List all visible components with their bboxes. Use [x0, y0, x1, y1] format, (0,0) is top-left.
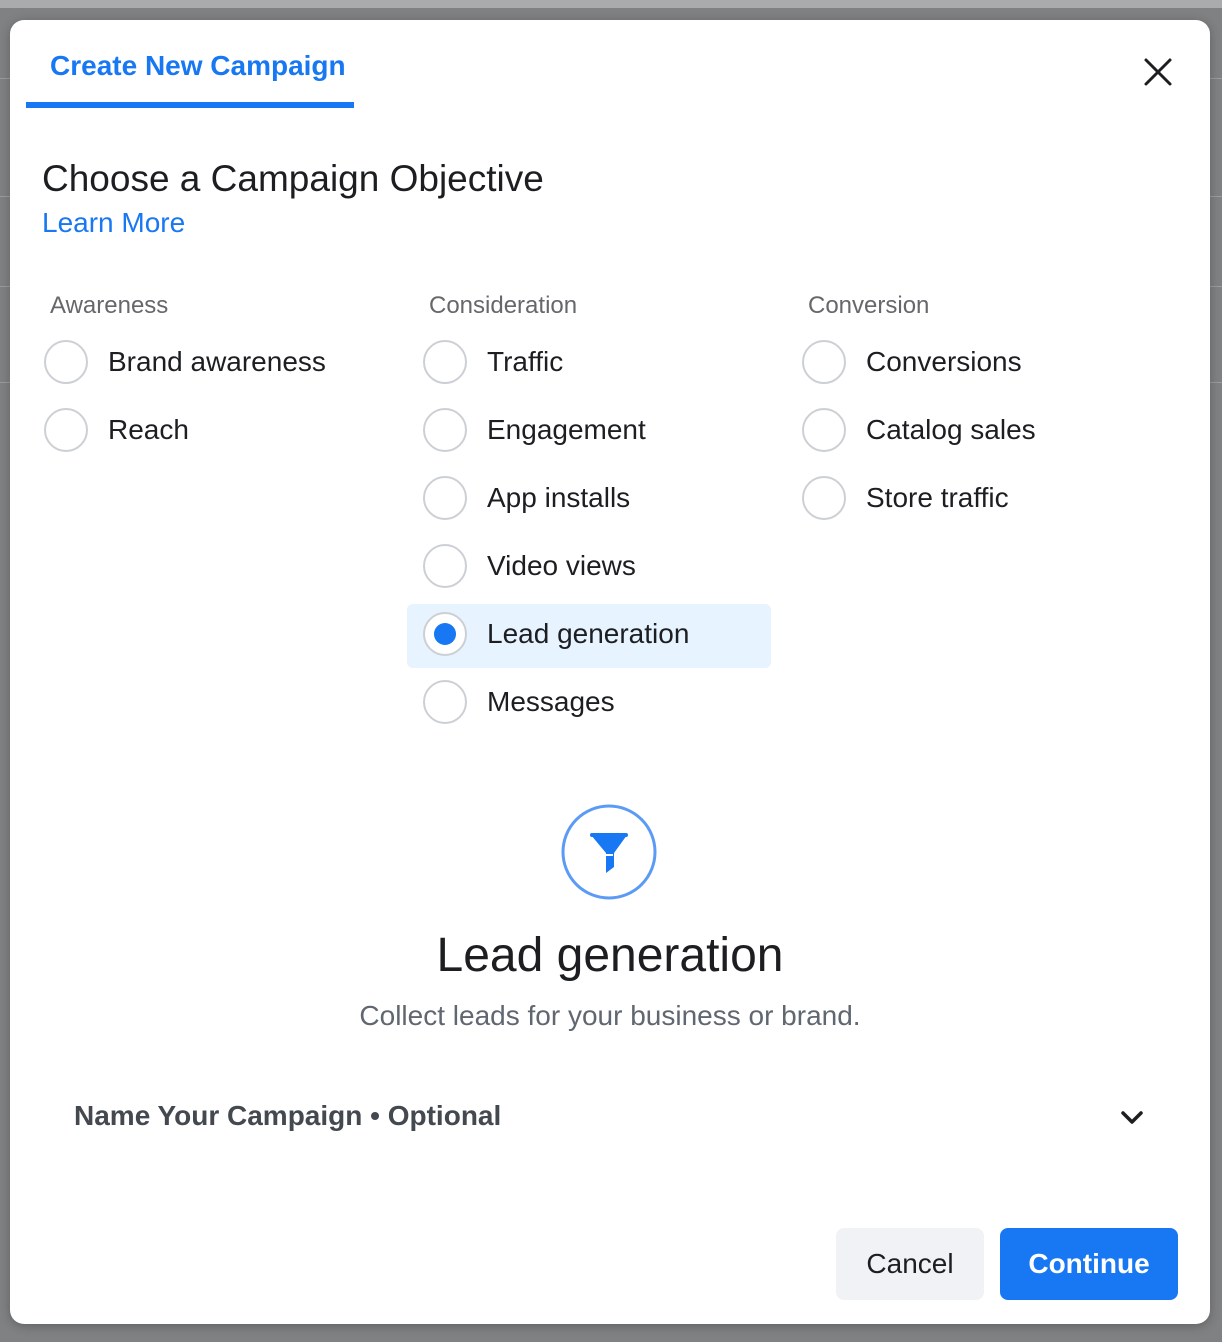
- objective-option-video-views[interactable]: Video views: [407, 536, 771, 600]
- name-campaign-label: Name Your Campaign • Optional: [74, 1100, 502, 1131]
- radio-button[interactable]: [423, 340, 467, 384]
- name-campaign-toggle[interactable]: Name Your Campaign • Optional: [74, 1090, 1146, 1146]
- radio-button[interactable]: [802, 408, 846, 452]
- learn-more-link[interactable]: Learn More: [42, 207, 185, 239]
- continue-button[interactable]: Continue: [1000, 1228, 1178, 1300]
- radio-button[interactable]: [44, 408, 88, 452]
- radio-button[interactable]: [423, 476, 467, 520]
- objective-option-messages[interactable]: Messages: [407, 672, 771, 736]
- tab-create-new-campaign[interactable]: Create New Campaign: [26, 20, 354, 108]
- radio-button[interactable]: [423, 408, 467, 452]
- objective-detail-title: Lead generation: [436, 929, 784, 982]
- radio-button[interactable]: [802, 476, 846, 520]
- option-label: Catalog sales: [866, 414, 1036, 445]
- radio-button-selected[interactable]: [423, 612, 467, 656]
- option-label: Traffic: [487, 346, 564, 377]
- objective-option-conversions[interactable]: Conversions: [786, 332, 1150, 396]
- page-title: Choose a Campaign Objective: [42, 158, 544, 199]
- background-header: [0, 0, 1222, 8]
- close-icon: [1144, 58, 1172, 86]
- objective-option-engagement[interactable]: Engagement: [407, 400, 771, 464]
- chevron-down-icon: [1121, 1111, 1143, 1124]
- objective-option-store-traffic[interactable]: Store traffic: [786, 468, 1150, 532]
- option-label: Reach: [108, 414, 189, 445]
- objective-option-reach[interactable]: Reach: [28, 400, 392, 464]
- close-button[interactable]: [1140, 54, 1176, 90]
- cancel-button[interactable]: Cancel: [836, 1228, 984, 1300]
- objective-option-catalog-sales[interactable]: Catalog sales: [786, 400, 1150, 464]
- option-label: Engagement: [487, 414, 646, 445]
- funnel-icon: [561, 804, 657, 900]
- option-label: Lead generation: [487, 618, 690, 649]
- radio-button[interactable]: [44, 340, 88, 384]
- objective-option-lead-generation[interactable]: Lead generation: [407, 604, 771, 668]
- column-header: Awareness: [50, 292, 169, 319]
- create-campaign-dialog: Create New Campaign Choose a Campaign Ob…: [10, 20, 1210, 1324]
- radio-button[interactable]: [802, 340, 846, 384]
- objective-option-traffic[interactable]: Traffic: [407, 332, 771, 396]
- tab-label: Create New Campaign: [50, 50, 346, 81]
- option-label: Brand awareness: [108, 346, 326, 377]
- option-label: Messages: [487, 686, 615, 717]
- option-label: App installs: [487, 482, 631, 513]
- column-header: Conversion: [808, 292, 930, 319]
- option-label: Conversions: [866, 346, 1022, 377]
- option-label: Video views: [487, 550, 636, 581]
- objective-option-app-installs[interactable]: App installs: [407, 468, 771, 532]
- column-header: Consideration: [429, 292, 578, 319]
- objective-detail-description: Collect leads for your business or brand…: [359, 1000, 861, 1031]
- option-label: Store traffic: [866, 482, 1009, 513]
- radio-button[interactable]: [423, 544, 467, 588]
- radio-button[interactable]: [423, 680, 467, 724]
- objective-option-brand-awareness[interactable]: Brand awareness: [28, 332, 392, 396]
